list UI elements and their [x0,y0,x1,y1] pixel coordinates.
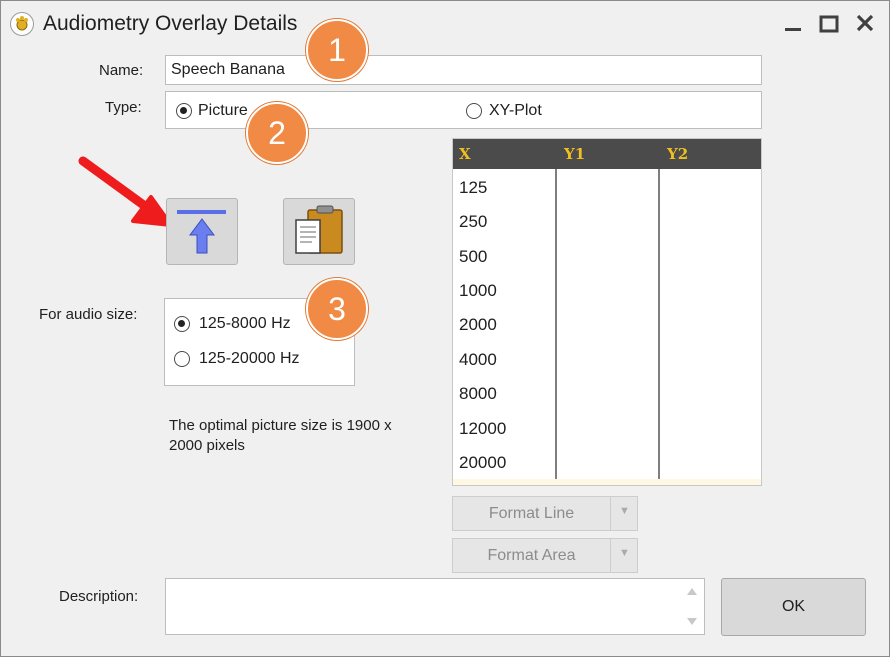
grid-footer [453,479,761,485]
minimize-button[interactable] [779,9,807,37]
grid-cell-x[interactable]: 2000 [459,315,497,335]
format-line-button[interactable]: Format Line ▼ [452,496,638,531]
title-bar[interactable]: Audiometry Overlay Details [1,1,889,47]
format-area-label: Format Area [487,547,576,564]
ok-label: OK [781,598,806,615]
grid-header-x[interactable]: X [459,145,471,163]
name-field-value: Speech Banana [171,61,285,78]
type-picture-radio[interactable] [176,103,192,119]
grid-cell-x[interactable]: 12000 [459,419,506,439]
chevron-down-icon[interactable]: ▼ [619,547,630,559]
grid-cell-x[interactable]: 1000 [459,281,497,301]
upload-picture-button[interactable] [166,198,238,265]
optimal-size-note: The optimal picture size is 1900 x 2000 … [169,417,392,454]
type-xyplot-label[interactable]: XY-Plot [489,102,542,120]
maximize-icon [819,15,839,33]
paste-button[interactable] [283,198,355,265]
dialog-window: Audiometry Overlay Details Name: Speech … [0,0,890,657]
audio-8000-radio[interactable] [174,316,190,332]
red-arrow-annotation [78,156,173,227]
chevron-down-icon[interactable]: ▼ [619,505,630,517]
annotation-badge-3: 3 [306,278,368,340]
format-line-label: Format Line [488,505,575,522]
name-field[interactable]: Speech Banana [165,55,762,85]
description-label: Description: [59,588,139,605]
audio-20000-label[interactable]: 125-20000 Hz [199,350,300,368]
type-label: Type: [105,99,142,116]
grid-cell-x[interactable]: 250 [459,212,487,232]
grid-cell-x[interactable]: 4000 [459,350,497,370]
grid-header-y1[interactable]: Y1 [564,145,585,163]
window-title: Audiometry Overlay Details [43,12,298,35]
minimize-icon [785,28,801,31]
name-label: Name: [99,62,144,79]
format-area-button[interactable]: Format Area ▼ [452,538,638,573]
maximize-button[interactable] [815,9,843,37]
description-field[interactable] [165,578,705,635]
annotation-badge-2: 2 [246,102,308,164]
grid-divider [555,169,557,485]
close-button[interactable] [851,9,879,37]
description-scrollbar[interactable] [680,579,704,634]
type-xyplot-radio[interactable] [466,103,482,119]
audio-size-label: For audio size: [39,306,138,323]
audio-8000-label[interactable]: 125-8000 Hz [199,315,291,333]
grid-divider [658,169,660,485]
ok-button[interactable]: OK [721,578,866,636]
audio-20000-radio[interactable] [174,351,190,367]
scroll-arrows-icon [687,588,697,625]
grid-cell-x[interactable]: 500 [459,247,487,267]
annotation-badge-1: 1 [306,19,368,81]
grid-cell-x[interactable]: 20000 [459,453,506,473]
clipboard-icon [295,205,343,254]
app-icon [10,12,34,36]
grid-header-y2[interactable]: Y2 [667,145,688,163]
grid-header: X Y1 Y2 [453,139,761,169]
type-picture-label[interactable]: Picture [198,102,248,120]
xy-data-grid[interactable]: X Y1 Y2 125 250 500 1000 2000 4000 8000 … [452,138,762,486]
grid-cell-x[interactable]: 8000 [459,384,497,404]
close-icon [856,14,874,32]
upload-arrow-icon [177,210,226,254]
grid-cell-x[interactable]: 125 [459,178,487,198]
